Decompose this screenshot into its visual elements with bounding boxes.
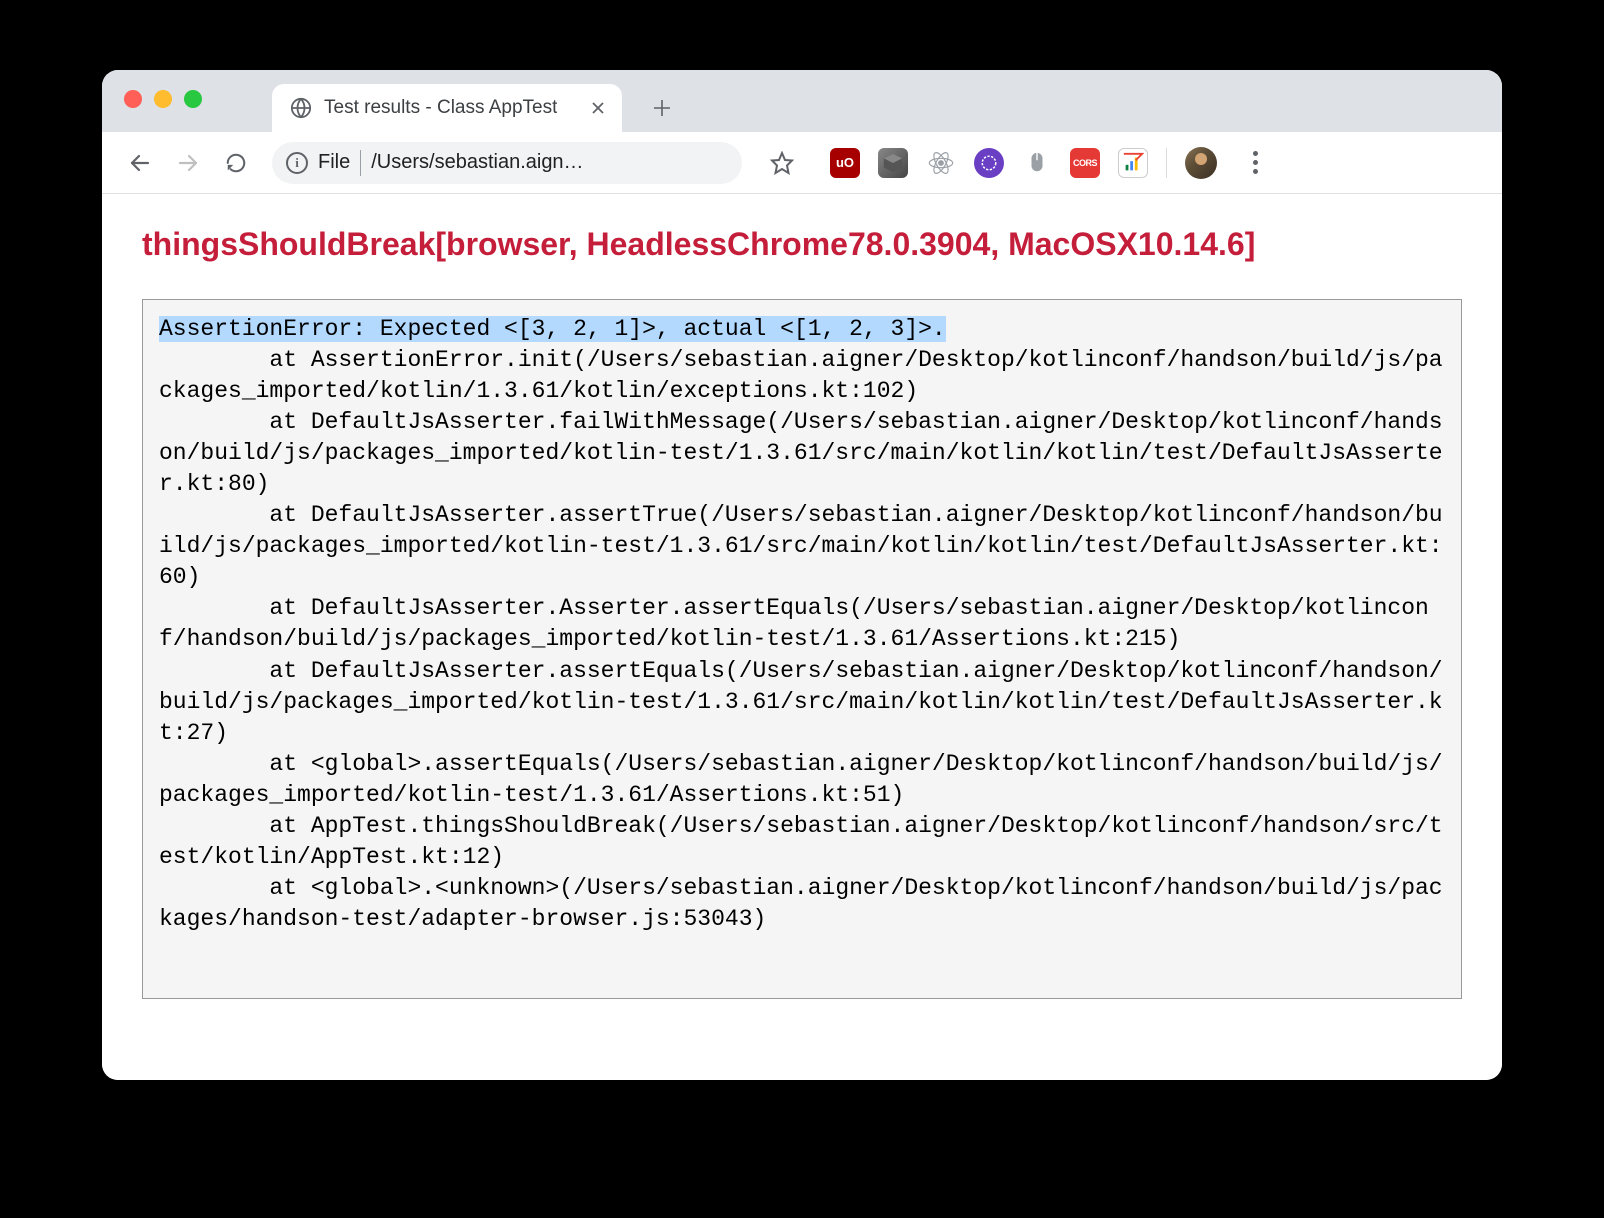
stack-trace-body: at AssertionError.init(/Users/sebastian.… (159, 345, 1445, 935)
toolbar: i File /Users/sebastian.aign… uO (102, 132, 1502, 194)
cube-extension-icon[interactable] (878, 148, 908, 178)
chart-extension-icon[interactable] (1118, 148, 1148, 178)
extensions-row: uO CORS (830, 143, 1275, 183)
window-minimize-button[interactable] (154, 90, 172, 108)
browser-menu-button[interactable] (1235, 143, 1275, 183)
site-info-icon[interactable]: i (286, 152, 308, 174)
url-separator (360, 150, 361, 176)
address-bar[interactable]: i File /Users/sebastian.aign… (272, 142, 742, 184)
globe-icon (290, 97, 312, 119)
browser-window: Test results - Class AppTest (102, 70, 1502, 1080)
url-text: /Users/sebastian.aign… (371, 151, 728, 174)
cors-extension-icon[interactable]: CORS (1070, 148, 1100, 178)
toolbar-separator (1166, 148, 1167, 178)
active-tab[interactable]: Test results - Class AppTest (272, 84, 622, 132)
tab-close-button[interactable] (588, 98, 608, 118)
profile-avatar[interactable] (1185, 147, 1217, 179)
forward-button[interactable] (168, 143, 208, 183)
window-maximize-button[interactable] (184, 90, 202, 108)
tab-title: Test results - Class AppTest (324, 97, 557, 119)
test-name-heading: thingsShouldBreak[browser, HeadlessChrom… (142, 226, 1462, 263)
new-tab-button[interactable] (642, 88, 682, 128)
bookmark-button[interactable] (762, 143, 802, 183)
tab-strip: Test results - Class AppTest (102, 70, 1502, 132)
purple-extension-icon[interactable] (974, 148, 1004, 178)
assertion-error-line: AssertionError: Expected <[3, 2, 1]>, ac… (159, 316, 946, 342)
window-close-button[interactable] (124, 90, 142, 108)
react-devtools-extension-icon[interactable] (926, 148, 956, 178)
ublock-extension-icon[interactable]: uO (830, 148, 860, 178)
page-content: thingsShouldBreak[browser, HeadlessChrom… (102, 194, 1502, 1080)
mouse-extension-icon[interactable] (1022, 148, 1052, 178)
stack-trace-box: AssertionError: Expected <[3, 2, 1]>, ac… (142, 299, 1462, 999)
back-button[interactable] (120, 143, 160, 183)
window-controls (124, 90, 202, 108)
reload-button[interactable] (216, 143, 256, 183)
url-scheme: File (318, 151, 350, 174)
